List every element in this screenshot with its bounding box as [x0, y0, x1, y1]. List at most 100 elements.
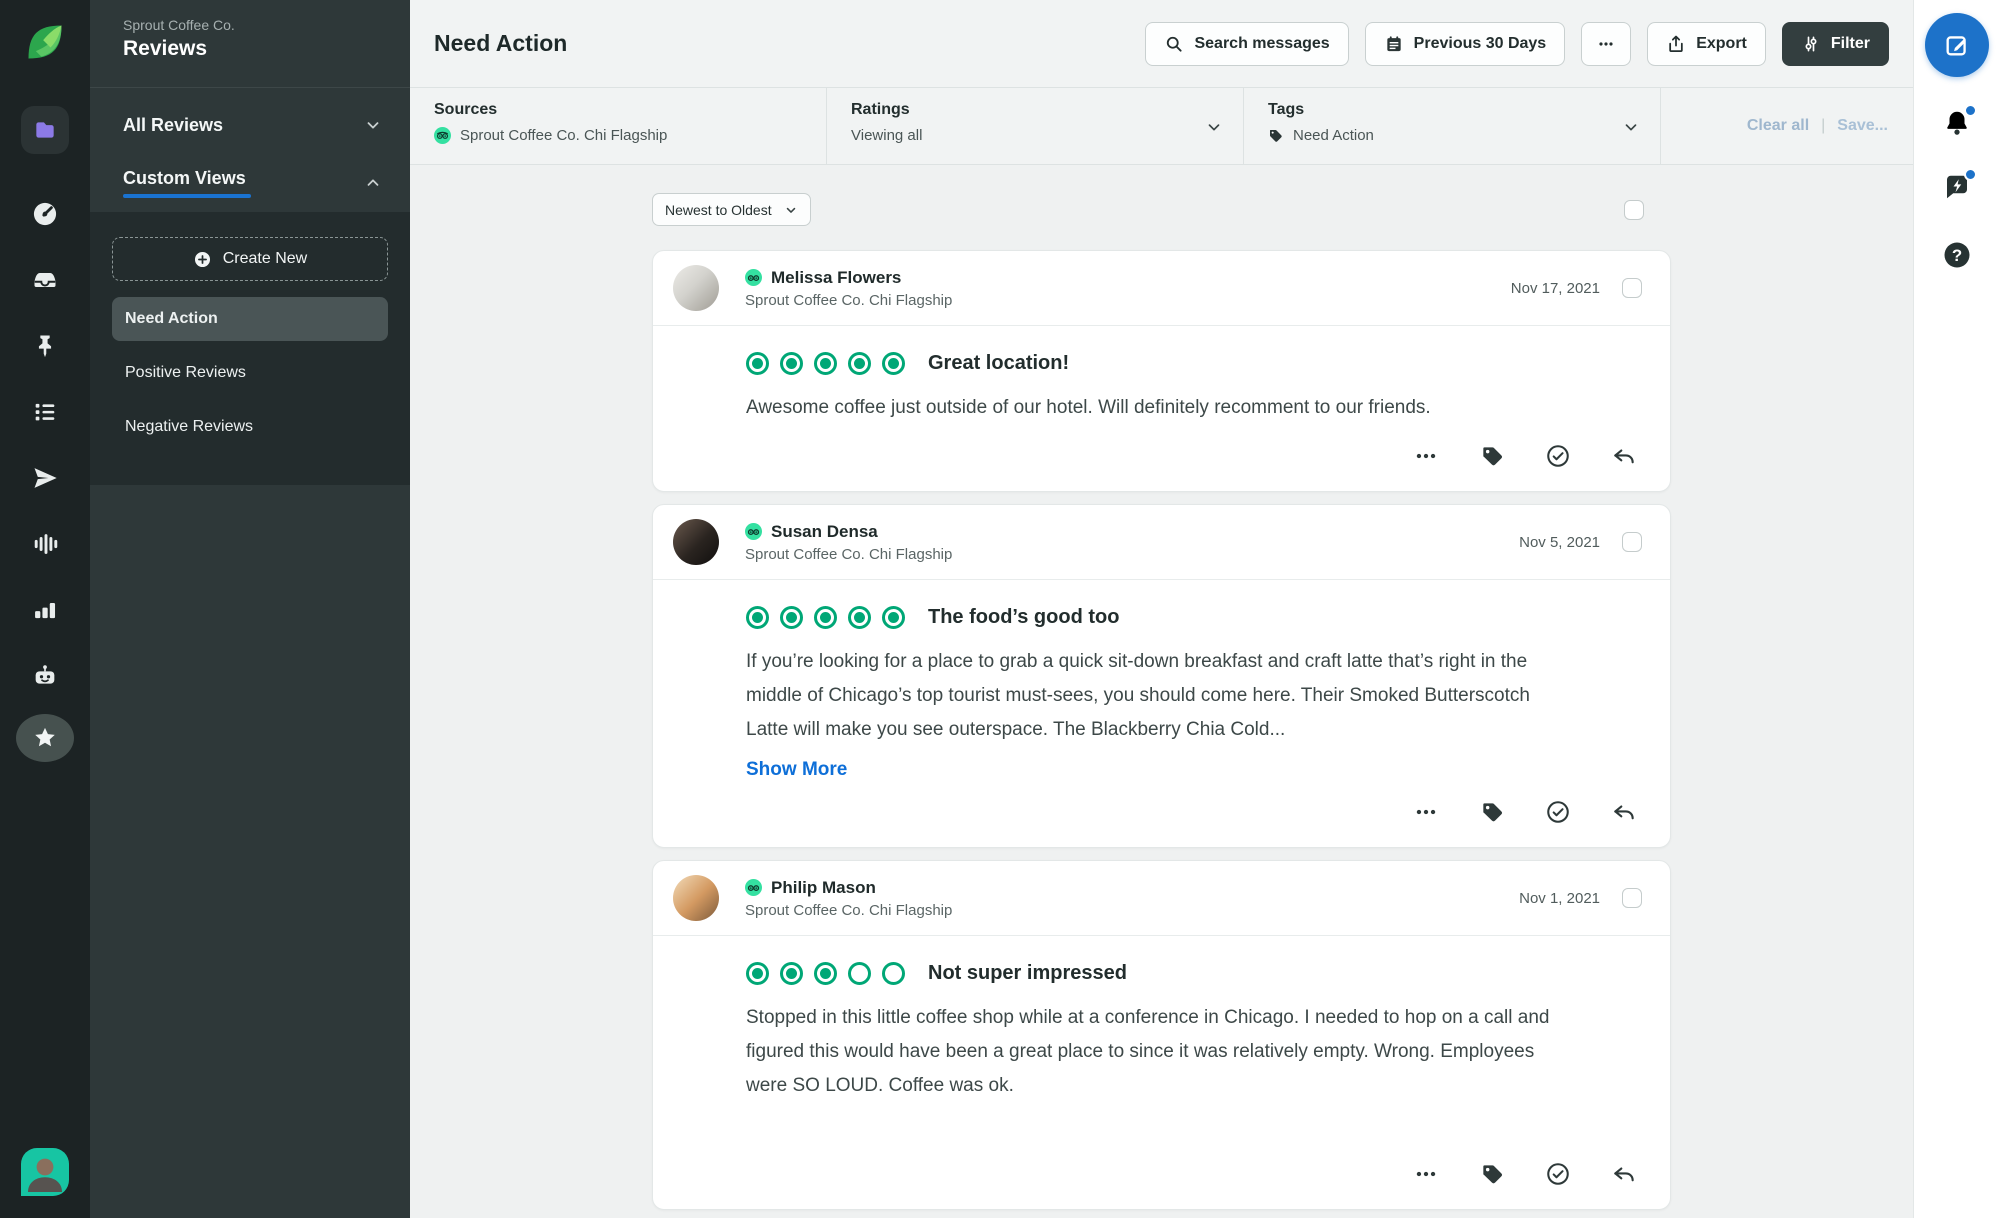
user-avatar[interactable]: [21, 1148, 69, 1196]
message-more-button[interactable]: [1413, 443, 1439, 469]
show-more-link[interactable]: Show More: [746, 759, 847, 781]
clear-all-link[interactable]: Clear all: [1747, 117, 1809, 135]
review-body: Stopped in this little coffee shop while…: [746, 1007, 1550, 1096]
page-title: Need Action: [434, 30, 568, 56]
tag-icon: [1483, 447, 1502, 466]
tripadvisor-badge-icon: [745, 879, 762, 896]
svg-text:?: ?: [1952, 246, 1962, 265]
review-checkbox[interactable]: [1622, 278, 1642, 298]
reviewer-name[interactable]: Philip Mason: [771, 878, 876, 898]
filter-button[interactable]: Filter: [1781, 21, 1889, 66]
tripadvisor-source-icon: [434, 127, 451, 144]
reviewer-avatar: [673, 519, 719, 565]
rating-bubble-filled: [746, 962, 769, 985]
review-checkbox[interactable]: [1622, 532, 1642, 552]
pin-icon: [38, 335, 52, 358]
notifications-button[interactable]: [1941, 104, 1977, 139]
filter-ratings[interactable]: Ratings Viewing all: [827, 88, 1244, 164]
sidebar-item-all-reviews[interactable]: All Reviews: [90, 96, 410, 154]
filter-actions: Clear all | Save...: [1746, 117, 1888, 135]
review-checkbox[interactable]: [1622, 888, 1642, 908]
rating-bubbles: [746, 962, 916, 985]
search-icon: [1167, 36, 1183, 52]
export-button[interactable]: Export: [1647, 21, 1766, 66]
inbox-icon: [34, 273, 56, 287]
rail-item-publishing[interactable]: [31, 464, 59, 492]
plus-circle-icon: [194, 251, 210, 267]
compose-button[interactable]: [1925, 13, 1989, 77]
help-button[interactable]: ?: [1941, 239, 1973, 271]
create-new-view-button[interactable]: Create New: [112, 237, 388, 281]
review-card: Philip Mason Sprout Coffee Co. Chi Flags…: [652, 860, 1671, 1210]
rail-item-reports[interactable]: [31, 596, 59, 624]
check-circle-icon: [1547, 801, 1569, 823]
chevron-up-icon: [367, 179, 379, 186]
message-more-button[interactable]: [1413, 799, 1439, 825]
account-name: Sprout Coffee Co.: [123, 17, 235, 33]
compose-pencil-icon: [1946, 36, 1966, 56]
review-body: Awesome coffee just outside of our hotel…: [746, 397, 1431, 418]
bar-chart-icon: [35, 603, 56, 619]
reviewer-avatar: [673, 265, 719, 311]
export-icon: [1669, 35, 1683, 52]
tag-message-button[interactable]: [1479, 1161, 1505, 1187]
complete-message-button[interactable]: [1545, 1161, 1571, 1187]
custom-views-list: Create New Need Action Positive Reviews …: [90, 212, 410, 485]
chevron-down-icon: [788, 118, 806, 136]
reply-button[interactable]: [1611, 799, 1637, 825]
gauge-icon: [33, 202, 57, 226]
tag-message-button[interactable]: [1479, 799, 1505, 825]
rail-item-feeds[interactable]: [31, 398, 59, 426]
sidebar-item-custom-views[interactable]: Custom Views: [90, 154, 410, 212]
rail-item-reviews-folder[interactable]: [21, 106, 69, 154]
rating-bubbles: [746, 352, 916, 375]
rail-item-reviews-active[interactable]: [16, 714, 74, 762]
sidebar-item-negative-reviews[interactable]: Negative Reviews: [112, 405, 388, 449]
rail-item-dashboard[interactable]: [31, 200, 59, 228]
select-all-checkbox[interactable]: [1624, 199, 1644, 220]
sidebar-item-positive-reviews[interactable]: Positive Reviews: [112, 351, 388, 395]
complete-message-button[interactable]: [1545, 799, 1571, 825]
tag-icon: [1483, 803, 1502, 822]
filter-sources[interactable]: Sources Sprout Coffee Co. Chi Flagship: [410, 88, 827, 164]
rating-bubble-filled: [882, 606, 905, 629]
reviewer-name[interactable]: Melissa Flowers: [771, 268, 901, 288]
filter-tags[interactable]: Tags Need Action: [1244, 88, 1661, 164]
reply-icon: [1614, 805, 1634, 820]
tag-message-button[interactable]: [1479, 443, 1505, 469]
calendar-icon: [1387, 35, 1401, 51]
reviewer-avatar: [673, 875, 719, 921]
rail-item-pinned[interactable]: [31, 332, 59, 360]
rail-item-inbox[interactable]: [31, 266, 59, 294]
rating-bubble-filled: [746, 606, 769, 629]
rating-bubbles: [746, 606, 916, 629]
active-section-underline: [123, 194, 251, 198]
search-messages-button[interactable]: Search messages: [1145, 21, 1349, 66]
review-card: Susan Densa Sprout Coffee Co. Chi Flagsh…: [652, 504, 1671, 848]
sort-dropdown[interactable]: Newest to Oldest: [652, 193, 811, 226]
rating-bubble-empty: [882, 962, 905, 985]
tripadvisor-badge-icon: [745, 269, 762, 286]
reviewer-name[interactable]: Susan Densa: [771, 522, 878, 542]
sidebar-item-need-action[interactable]: Need Action: [112, 297, 388, 341]
message-more-button[interactable]: [1413, 1161, 1439, 1187]
rating-bubble-filled: [780, 962, 803, 985]
tag-icon: [1270, 129, 1282, 142]
product-updates-button[interactable]: [1941, 168, 1977, 203]
robot-icon: [35, 665, 55, 684]
rail-item-automation[interactable]: [31, 662, 59, 690]
rating-bubble-filled: [848, 352, 871, 375]
filter-bar: Sources Sprout Coffee Co. Chi Flagship R…: [410, 88, 1913, 165]
rating-bubble-filled: [814, 352, 837, 375]
check-circle-icon: [1547, 445, 1569, 467]
review-title: Great location!: [928, 352, 1070, 374]
complete-message-button[interactable]: [1545, 443, 1571, 469]
review-title: The food’s good too: [928, 606, 1120, 628]
rail-item-listening[interactable]: [31, 530, 59, 558]
reply-button[interactable]: [1611, 443, 1637, 469]
reply-button[interactable]: [1611, 1161, 1637, 1187]
rating-bubble-filled: [848, 606, 871, 629]
date-range-button[interactable]: Previous 30 Days: [1364, 21, 1566, 66]
more-options-button[interactable]: [1581, 21, 1632, 66]
save-view-link[interactable]: Save...: [1837, 117, 1888, 135]
